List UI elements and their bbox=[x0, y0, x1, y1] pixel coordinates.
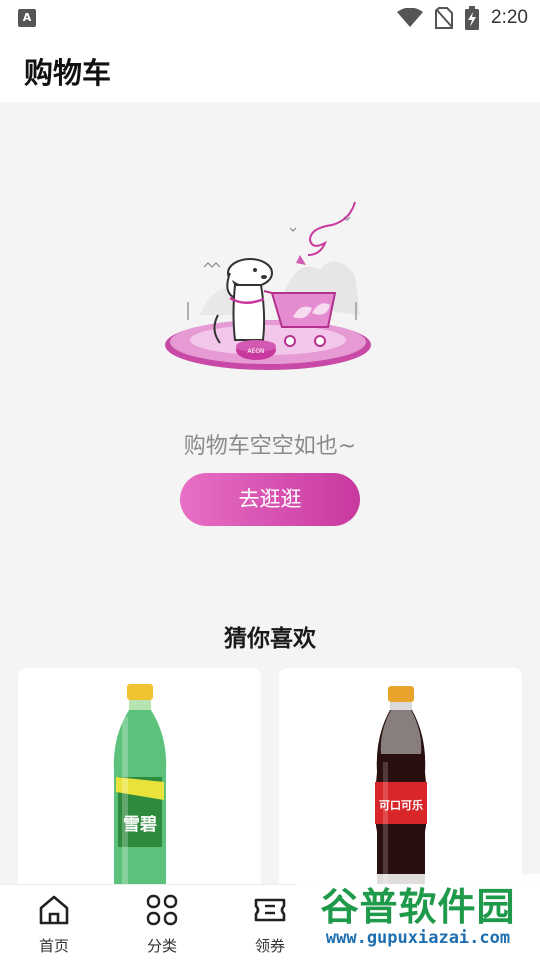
go-shopping-button[interactable]: 去逛逛 bbox=[180, 473, 360, 526]
watermark-url: www.gupuxiazai.com bbox=[325, 928, 511, 948]
nav-item-category[interactable]: 分类 bbox=[108, 885, 216, 960]
empty-cart-illustration: AEON bbox=[165, 201, 371, 370]
bowl-logo-text: AEON bbox=[247, 348, 264, 355]
wifi-icon bbox=[397, 8, 424, 27]
recommendations-title: 猜你喜欢 bbox=[224, 626, 316, 652]
watermark: 谷普软件园 www.gupuxiazai.com bbox=[296, 874, 540, 960]
no-sim-icon bbox=[435, 7, 454, 29]
category-icon bbox=[146, 894, 178, 926]
header: 购物车 bbox=[0, 36, 540, 102]
nav-label-category: 分类 bbox=[146, 937, 177, 955]
status-icons: 2:20 bbox=[397, 6, 528, 30]
nav-label-home: 首页 bbox=[38, 937, 69, 955]
status-time: 2:20 bbox=[491, 7, 528, 28]
sprite-bottle-image: 雪碧 bbox=[113, 684, 166, 897]
status-bar: A 2:20 bbox=[0, 0, 540, 36]
app-notification-icon: A bbox=[18, 9, 36, 27]
coupon-icon bbox=[254, 898, 286, 922]
battery-charging-icon bbox=[465, 6, 480, 30]
coca-cola-bottle-image: 可口可乐 bbox=[374, 686, 427, 892]
product-card-coca-cola[interactable]: 可口可乐 bbox=[279, 668, 522, 898]
empty-cart-message: 购物车空空如也~ bbox=[183, 434, 357, 459]
sprite-brand-text: 雪碧 bbox=[123, 815, 157, 835]
nav-item-home[interactable]: 首页 bbox=[0, 885, 108, 960]
page-title: 购物车 bbox=[24, 56, 112, 90]
home-icon bbox=[39, 895, 69, 925]
product-card-sprite[interactable]: 雪碧 bbox=[18, 668, 261, 898]
watermark-title: 谷普软件园 bbox=[320, 885, 516, 929]
